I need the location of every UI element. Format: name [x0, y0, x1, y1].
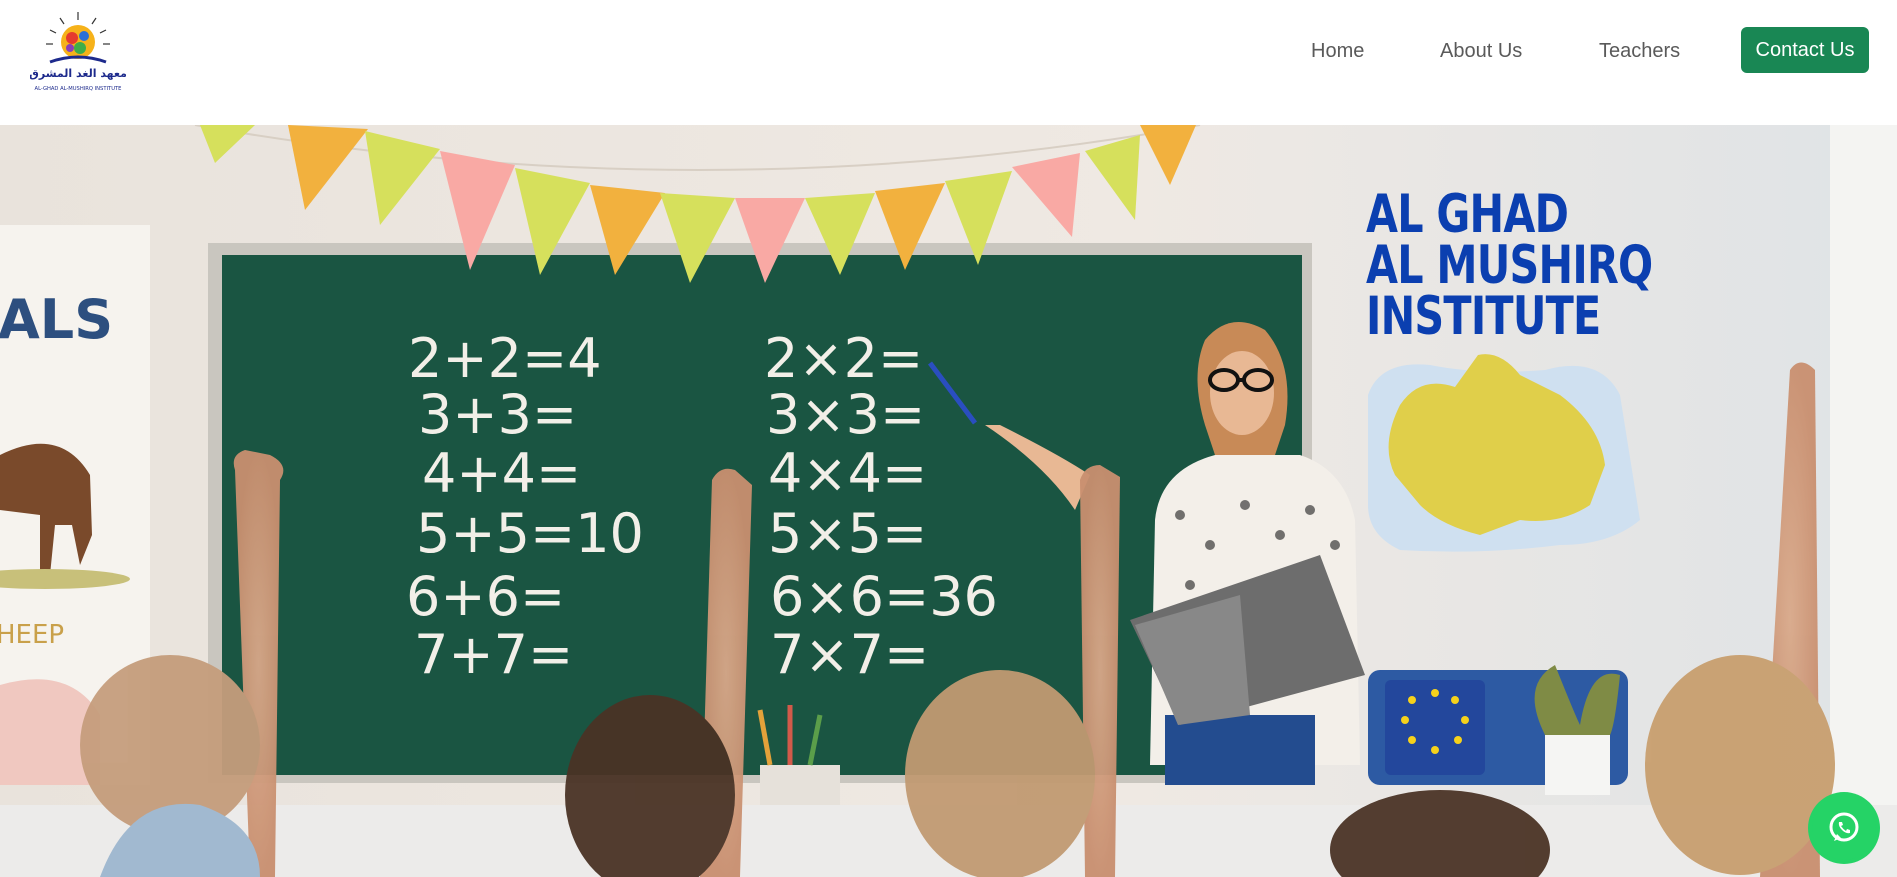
institute-logo[interactable]: معهد الغد المشرق AL-GHAD AL-MUSHIRQ INST… — [29, 6, 127, 102]
equation-text: 6×6=36 — [770, 565, 998, 628]
europe-map-poster — [1368, 354, 1640, 552]
nav-teachers-link[interactable]: Teachers — [1599, 40, 1680, 63]
chalkboard: 2+2=4 3+3= 4+4= 5+5=10 6+6= 7+7= 2×2= 3×… — [208, 243, 1312, 783]
logo-latin-text: AL-GHAD AL-MUSHIRQ INSTITUTE — [35, 86, 122, 92]
equation-text: 7+7= — [414, 623, 573, 686]
equation-text: 3+3= — [418, 383, 577, 446]
logo-arabic-text: معهد الغد المشرق — [30, 67, 126, 80]
hero-title-line: AL GHAD — [1366, 184, 1569, 245]
poster-caption-text: HEEP — [0, 620, 64, 650]
equation-text: 4×4= — [768, 442, 927, 505]
whatsapp-chat-button[interactable] — [1808, 792, 1880, 864]
top-navbar: معهد الغد المشرق AL-GHAD AL-MUSHIRQ INST… — [0, 0, 1897, 125]
equation-text: 3×3= — [766, 383, 925, 446]
equation-text: 4+4= — [422, 442, 581, 505]
poster-title-text: ALS — [0, 288, 113, 351]
equation-text: 5×5= — [768, 502, 927, 565]
equation-text: 6+6= — [406, 565, 565, 628]
equation-text: 7×7= — [770, 623, 929, 686]
nav-about-us-link[interactable]: About Us — [1440, 40, 1522, 63]
hero-title-line: INSTITUTE — [1366, 286, 1601, 347]
equation-text: 5+5=10 — [416, 502, 644, 565]
equation-text: 2+2=4 — [408, 327, 602, 390]
contact-us-button[interactable]: Contact Us — [1741, 27, 1869, 73]
equation-text: 2×2= — [764, 327, 923, 390]
hero-title: AL GHAD AL MUSHIRQ INSTITUTE — [1366, 184, 1653, 347]
hero-banner: ALS HEEP 2+2=4 3+3= 4+4= 5+5=10 6+6= 7+7… — [0, 125, 1897, 877]
whatsapp-icon — [1829, 812, 1859, 842]
hero-title-line: AL MUSHIRQ — [1366, 235, 1653, 296]
nav-home-link[interactable]: Home — [1311, 40, 1364, 63]
logo-sun-icon — [46, 12, 110, 59]
